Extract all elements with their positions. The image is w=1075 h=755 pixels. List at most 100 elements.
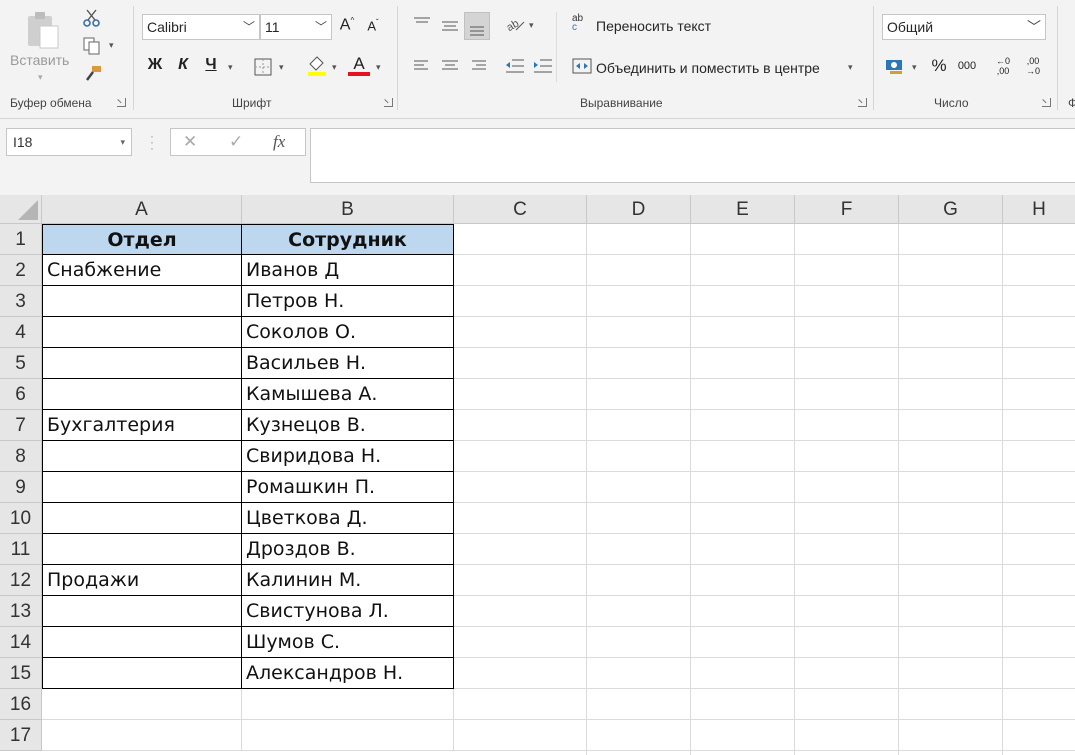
cell-A9[interactable] (42, 472, 242, 503)
font-name-combo[interactable]: Calibri ﹀ (142, 14, 260, 40)
fill-color-dropdown-icon[interactable]: ▾ (332, 62, 337, 73)
cell-A8[interactable] (42, 441, 242, 472)
cell-B8[interactable]: Свиридова Н. (242, 441, 454, 472)
shrink-font-button[interactable]: Aˇ (364, 18, 382, 33)
formula-bar-grip-icon[interactable]: · · · (150, 130, 154, 154)
fill-color-icon[interactable] (306, 54, 328, 76)
row-header-2[interactable]: 2 (0, 255, 42, 286)
increase-indent-icon[interactable] (532, 57, 554, 75)
font-color-button[interactable]: A (348, 54, 370, 76)
row-header-9[interactable]: 9 (0, 472, 42, 503)
row-header-7[interactable]: 7 (0, 410, 42, 441)
cell-A12[interactable]: Продажи (42, 565, 242, 596)
cell-A11[interactable] (42, 534, 242, 565)
merge-center-button[interactable]: Объединить и поместить в центре ▾ (572, 56, 862, 80)
cell-B15[interactable]: Александров Н. (242, 658, 454, 689)
row-header-14[interactable]: 14 (0, 627, 42, 658)
cell-B13[interactable]: Свистунова Л. (242, 596, 454, 627)
insert-function-icon[interactable]: fx (273, 132, 285, 152)
row-header-6[interactable]: 6 (0, 379, 42, 410)
cell-B1[interactable]: Сотрудник (242, 224, 454, 255)
empty-cells-area[interactable] (454, 224, 1075, 755)
cell-A5[interactable] (42, 348, 242, 379)
cell-A16[interactable] (42, 689, 242, 720)
align-left-icon[interactable] (412, 58, 432, 74)
paste-button[interactable]: Вставить ▾ (10, 6, 72, 86)
align-bottom-button[interactable] (464, 12, 490, 40)
column-header-G[interactable]: G (899, 195, 1003, 224)
cell-B11[interactable]: Дроздов В. (242, 534, 454, 565)
font-size-combo[interactable]: 11 ﹀ (260, 14, 332, 40)
row-header-10[interactable]: 10 (0, 503, 42, 534)
thousands-separator-button[interactable]: 000 (954, 60, 980, 72)
decrease-decimal-button[interactable]: ,00 →0 (1020, 56, 1046, 76)
cell-B16[interactable] (242, 689, 454, 720)
row-header-12[interactable]: 12 (0, 565, 42, 596)
cancel-icon[interactable]: ✕ (183, 132, 197, 152)
column-header-E[interactable]: E (691, 195, 795, 224)
decrease-indent-icon[interactable] (504, 57, 526, 75)
copy-icon[interactable] (82, 36, 102, 56)
cell-B10[interactable]: Цветкова Д. (242, 503, 454, 534)
cell-A7[interactable]: Бухгалтерия (42, 410, 242, 441)
cell-A10[interactable] (42, 503, 242, 534)
select-all-button[interactable] (0, 195, 42, 224)
cell-A6[interactable] (42, 379, 242, 410)
cell-A17[interactable] (42, 720, 242, 751)
column-header-H[interactable]: H (1003, 195, 1075, 224)
column-header-D[interactable]: D (587, 195, 691, 224)
percent-button[interactable]: % (928, 56, 950, 76)
cell-A1[interactable]: Отдел (42, 224, 242, 255)
merge-dropdown-icon[interactable]: ▾ (848, 62, 853, 73)
number-format-combo[interactable]: Общий ﹀ (882, 14, 1046, 40)
font-launcher-icon[interactable] (384, 98, 393, 107)
cell-A14[interactable] (42, 627, 242, 658)
column-header-F[interactable]: F (795, 195, 899, 224)
orientation-dropdown-icon[interactable]: ▾ (529, 20, 534, 31)
clipboard-launcher-icon[interactable] (117, 98, 126, 107)
cell-A15[interactable] (42, 658, 242, 689)
format-painter-icon[interactable] (83, 64, 103, 84)
cell-B7[interactable]: Кузнецов В. (242, 410, 454, 441)
grow-font-button[interactable]: A^ (338, 16, 356, 34)
borders-icon[interactable] (254, 58, 272, 76)
font-color-dropdown-icon[interactable]: ▾ (376, 62, 381, 73)
orientation-icon[interactable]: ab (504, 14, 526, 34)
bold-button[interactable]: Ж (146, 56, 164, 74)
align-top-icon[interactable] (412, 16, 432, 32)
row-header-3[interactable]: 3 (0, 286, 42, 317)
align-middle-icon[interactable] (440, 18, 460, 34)
align-center-icon[interactable] (440, 58, 460, 74)
increase-decimal-button[interactable]: ←0,00 (990, 56, 1016, 76)
row-header-17[interactable]: 17 (0, 720, 42, 751)
cell-B3[interactable]: Петров Н. (242, 286, 454, 317)
row-header-15[interactable]: 15 (0, 658, 42, 689)
cut-icon[interactable] (82, 8, 102, 28)
underline-button[interactable]: Ч (202, 56, 220, 74)
row-header-8[interactable]: 8 (0, 441, 42, 472)
wrap-text-button[interactable]: ab c Переносить текст (572, 14, 752, 38)
column-header-A[interactable]: A (42, 195, 242, 224)
cell-B14[interactable]: Шумов С. (242, 627, 454, 658)
cell-B9[interactable]: Ромашкин П. (242, 472, 454, 503)
cell-A13[interactable] (42, 596, 242, 627)
borders-dropdown-icon[interactable]: ▾ (279, 62, 284, 73)
cell-B5[interactable]: Васильев Н. (242, 348, 454, 379)
underline-dropdown-icon[interactable]: ▾ (228, 62, 233, 73)
enter-icon[interactable]: ✓ (229, 132, 243, 152)
row-header-11[interactable]: 11 (0, 534, 42, 565)
accounting-format-icon[interactable] (884, 57, 906, 75)
italic-button[interactable]: К (174, 56, 192, 74)
cell-B2[interactable]: Иванов Д (242, 255, 454, 286)
cell-B17[interactable] (242, 720, 454, 751)
alignment-launcher-icon[interactable] (858, 98, 867, 107)
name-box[interactable]: I18 ▾ (6, 128, 132, 156)
cell-A2[interactable]: Снабжение (42, 255, 242, 286)
accounting-dropdown-icon[interactable]: ▾ (912, 62, 917, 73)
row-header-1[interactable]: 1 (0, 224, 42, 255)
cell-B6[interactable]: Камышева А. (242, 379, 454, 410)
number-launcher-icon[interactable] (1042, 98, 1051, 107)
row-header-5[interactable]: 5 (0, 348, 42, 379)
row-header-4[interactable]: 4 (0, 317, 42, 348)
column-header-C[interactable]: C (454, 195, 587, 224)
